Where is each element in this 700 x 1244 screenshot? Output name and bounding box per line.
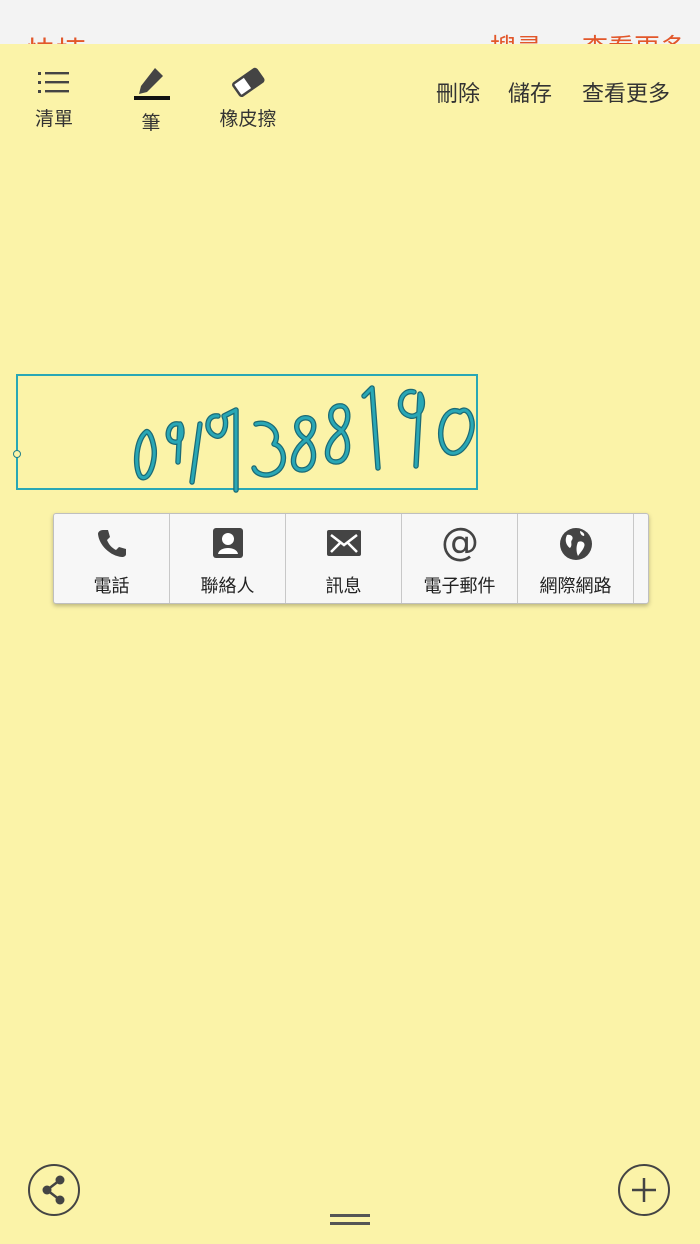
contact-icon [212, 528, 243, 558]
popup-message-label: 訊息 [325, 576, 362, 597]
eraser-button[interactable]: 橡皮擦 [198, 62, 298, 131]
pen-selected-indicator [134, 96, 170, 100]
handwriting-recognized-text: 0917388190 [1, 45, 2, 46]
popup-email-label: 電子郵件 [423, 576, 496, 597]
list-button[interactable]: 清單 [4, 62, 104, 131]
phone-icon [97, 530, 126, 557]
list-label: 清單 [34, 108, 73, 130]
share-button[interactable] [28, 1164, 80, 1216]
background-app-bar: 快捷 memo 搜尋 查看更多 [0, 0, 700, 44]
delete-button[interactable]: 刪除 [436, 76, 480, 108]
selection-handle[interactable] [13, 450, 21, 458]
popup-more-edge[interactable] [634, 514, 648, 603]
popup-globe-label: 網際網路 [539, 576, 612, 597]
more-button[interactable]: 查看更多 [582, 76, 670, 108]
globe-icon [559, 528, 592, 560]
eraser-label: 橡皮擦 [219, 108, 277, 130]
popup-email-button[interactable]: @ 電子郵件 [402, 514, 518, 603]
popup-contact-button[interactable]: 聯絡人 [170, 514, 286, 603]
drag-handle-line-bottom[interactable] [330, 1222, 370, 1225]
popup-message-button[interactable]: 訊息 [286, 514, 402, 603]
message-icon [326, 530, 361, 556]
save-button[interactable]: 儲存 [508, 76, 552, 108]
popup-contact-label: 聯絡人 [200, 576, 255, 597]
background-search-label: 搜尋 [490, 28, 542, 44]
plus-icon [632, 1178, 656, 1202]
background-more-label: 查看更多 [582, 28, 686, 44]
action-popup: 電話 聯絡人 訊息 @ 電子郵件 網際網路 [53, 513, 649, 604]
handwriting-strokes [133, 385, 475, 493]
popup-phone-button[interactable]: 電話 [54, 514, 170, 603]
quick-memo-panel: 清單 筆 橡皮擦 刪除 儲存 查看更多 電話 聯絡人 訊息 @ 電子郵件 網際網… [0, 44, 700, 1244]
email-icon: @ [441, 522, 479, 562]
eraser-icon [232, 67, 265, 98]
popup-globe-button[interactable]: 網際網路 [518, 514, 634, 603]
list-icon [38, 72, 69, 93]
svg-text:@: @ [441, 522, 479, 562]
add-button[interactable] [618, 1164, 670, 1216]
popup-phone-label: 電話 [93, 576, 130, 597]
drag-handle-line-top[interactable] [330, 1214, 370, 1217]
pen-label: 筆 [141, 112, 161, 134]
share-icon [42, 1175, 65, 1205]
background-app-title: 快捷 memo [26, 28, 191, 44]
